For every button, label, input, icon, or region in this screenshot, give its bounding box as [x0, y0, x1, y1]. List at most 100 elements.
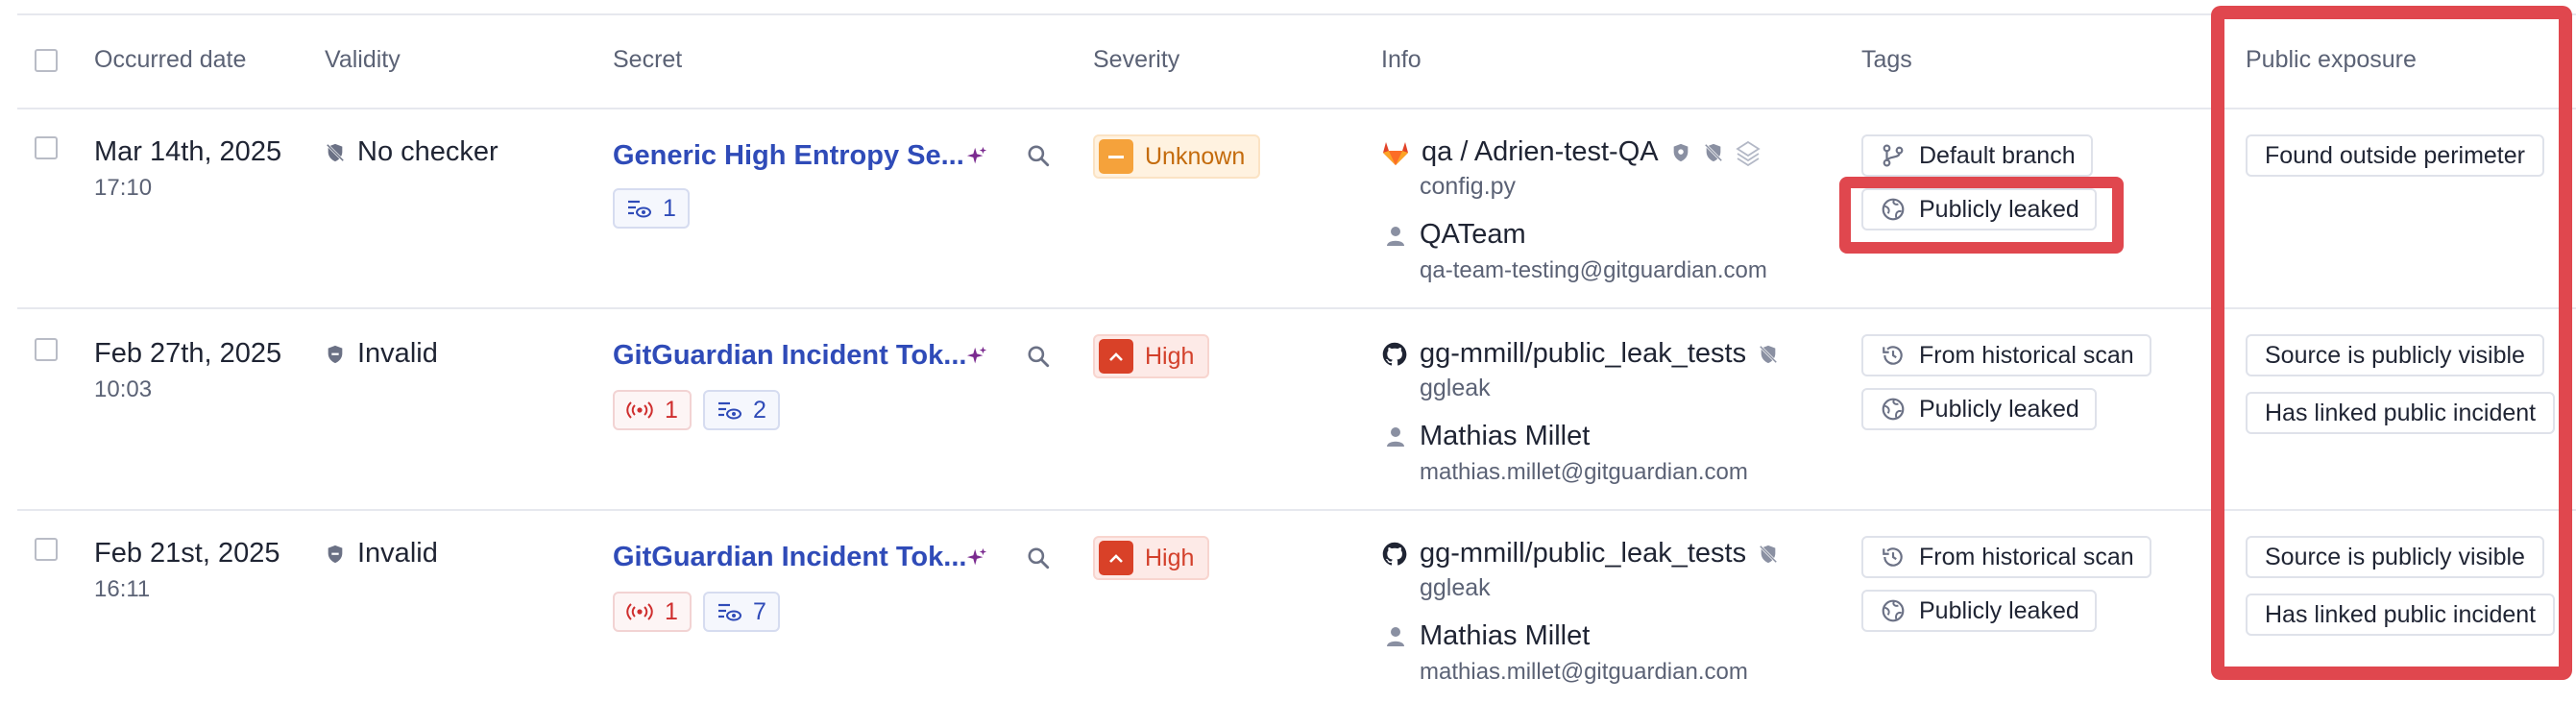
repo-name[interactable]: qa / Adrien-test-QA [1422, 136, 1659, 168]
broadcast-icon [626, 603, 653, 620]
severity-badge: High [1093, 334, 1210, 378]
repo-info[interactable]: gg-mmill/public_leak_tests [1381, 538, 1779, 570]
validity-cell: Invalid [325, 338, 438, 370]
views-icon [718, 603, 741, 621]
occurred-time: 17:10 [94, 175, 153, 201]
occurred-time: 16:11 [94, 576, 151, 602]
header-validity[interactable]: Validity [325, 46, 401, 74]
row-checkbox[interactable] [35, 538, 58, 561]
tag-label: Publicly leaked [1919, 596, 2079, 624]
header-secret[interactable]: Secret [613, 46, 682, 74]
file-name: config.py [1420, 173, 1517, 200]
tag-label: Publicly leaked [1919, 395, 2079, 423]
views-chip[interactable]: 7 [703, 592, 780, 632]
tag-historical-scan[interactable]: From historical scan [1861, 334, 2151, 376]
branch-icon [1883, 144, 1904, 167]
highlight-public-exposure-column-box [2211, 6, 2572, 680]
severity-label: High [1145, 544, 1195, 571]
search-icon[interactable] [1026, 143, 1051, 168]
layers-icon [1735, 140, 1761, 166]
validity-cell: Invalid [325, 538, 438, 570]
validity-label: Invalid [357, 538, 438, 569]
search-icon[interactable] [1026, 344, 1051, 369]
severity-unknown-icon [1099, 139, 1133, 174]
severity-high-icon [1099, 541, 1133, 575]
severity-label: Unknown [1145, 142, 1246, 170]
occurred-date: Mar 14th, 2025 [94, 136, 282, 167]
broadcast-icon [626, 401, 653, 419]
gitlab-icon [1383, 141, 1408, 165]
sparkle-icon[interactable] [966, 346, 987, 367]
user-icon [1387, 427, 1404, 447]
row-divider [17, 307, 2576, 309]
views-count: 7 [753, 597, 766, 625]
tag-label: From historical scan [1919, 543, 2134, 570]
github-icon [1382, 342, 1407, 366]
developer-name[interactable]: Mathias Millet [1420, 620, 1590, 652]
secret-name-link[interactable]: GitGuardian Incident Tok... [613, 340, 966, 372]
user-icon [1387, 627, 1404, 646]
severity-badge: Unknown [1093, 134, 1261, 179]
severity-label: High [1145, 342, 1195, 370]
invalid-shield-icon [328, 345, 343, 363]
developer-name[interactable]: QATeam [1420, 219, 1526, 251]
globe-icon [1882, 398, 1905, 421]
occurrences-chip[interactable]: 1 [613, 592, 692, 632]
row-checkbox[interactable] [35, 136, 58, 159]
sparkle-icon[interactable] [966, 547, 987, 569]
developer-name[interactable]: Mathias Millet [1420, 421, 1590, 452]
validity-label: Invalid [357, 338, 438, 369]
occurred-time: 10:03 [94, 376, 153, 402]
occurred-date: Feb 21st, 2025 [94, 538, 280, 569]
developer-email: mathias.millet@gitguardian.com [1420, 459, 1748, 485]
developer-email: qa-team-testing@gitguardian.com [1420, 257, 1767, 283]
row-checkbox[interactable] [35, 338, 58, 361]
tag-publicly-leaked[interactable]: Publicly leaked [1861, 388, 2097, 430]
tag-label: From historical scan [1919, 341, 2134, 369]
secret-name-link[interactable]: GitGuardian Incident Tok... [613, 542, 966, 573]
no-checker-icon [1759, 545, 1778, 563]
tag-label: Default branch [1919, 141, 2076, 169]
views-chip[interactable]: 1 [613, 188, 690, 229]
tag-historical-scan[interactable]: From historical scan [1861, 536, 2151, 578]
user-icon [1387, 227, 1404, 246]
highlight-publicly-leaked-box [1839, 177, 2124, 254]
occurrences-chip[interactable]: 1 [613, 390, 692, 430]
validity-cell: No checker [325, 136, 498, 168]
views-icon [718, 401, 741, 420]
file-name: ggleak [1420, 375, 1491, 401]
views-icon [628, 200, 651, 218]
tag-default-branch[interactable]: Default branch [1861, 134, 2093, 177]
row-divider [17, 509, 2576, 511]
repo-info[interactable]: qa / Adrien-test-QA [1381, 136, 1761, 168]
occurrences-count: 1 [665, 597, 678, 625]
select-all-checkbox[interactable] [35, 49, 58, 72]
repo-info[interactable]: gg-mmill/public_leak_tests [1381, 338, 1779, 370]
occurrences-count: 1 [665, 396, 678, 424]
search-icon[interactable] [1026, 545, 1051, 570]
validity-label: No checker [357, 136, 498, 167]
header-info[interactable]: Info [1381, 46, 1422, 74]
repo-name[interactable]: gg-mmill/public_leak_tests [1420, 538, 1746, 570]
occurred-date: Feb 27th, 2025 [94, 338, 282, 369]
header-occurred-date[interactable]: Occurred date [94, 46, 246, 74]
views-chip[interactable]: 2 [703, 390, 780, 430]
sparkle-icon[interactable] [966, 146, 987, 167]
severity-high-icon [1099, 339, 1133, 374]
secret-name-link[interactable]: Generic High Entropy Se... [613, 140, 964, 172]
no-checker-icon [326, 143, 345, 161]
views-count: 1 [663, 194, 676, 222]
severity-badge: High [1093, 536, 1210, 580]
developer-email: mathias.millet@gitguardian.com [1420, 659, 1748, 685]
shield-icon [1673, 143, 1688, 161]
repo-name[interactable]: gg-mmill/public_leak_tests [1420, 338, 1746, 370]
header-severity[interactable]: Severity [1093, 46, 1179, 74]
no-checker-icon [1704, 143, 1722, 161]
tag-publicly-leaked[interactable]: Publicly leaked [1861, 590, 2097, 632]
views-count: 2 [753, 396, 766, 424]
table-top-border [17, 13, 2576, 15]
globe-icon [1882, 599, 1905, 622]
history-icon [1883, 346, 1903, 365]
file-name: ggleak [1420, 574, 1491, 601]
header-tags[interactable]: Tags [1861, 46, 1912, 74]
